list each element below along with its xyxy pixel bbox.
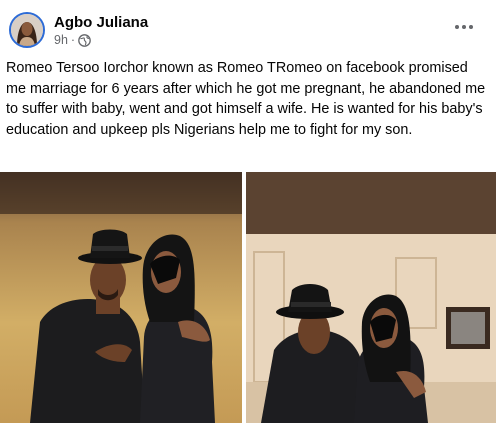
author-avatar[interactable] <box>9 12 45 48</box>
couple-photo-1[interactable] <box>0 172 242 423</box>
post-header: Agbo Juliana 9h · <box>0 0 496 60</box>
couple-photo-2[interactable] <box>246 172 496 423</box>
photo-grid <box>0 172 496 423</box>
author-name[interactable]: Agbo Juliana <box>54 14 148 31</box>
post-timestamp[interactable]: 9h <box>54 33 68 47</box>
globe-icon <box>78 33 91 47</box>
post-meta: 9h · <box>54 33 91 47</box>
post-text: Romeo Tersoo Iorchor known as Romeo TRom… <box>6 60 486 138</box>
more-options-button[interactable] <box>450 17 478 37</box>
meta-separator: · <box>70 33 76 47</box>
more-dots-icon <box>455 25 459 29</box>
facebook-post: Agbo Juliana 9h · Romeo Tersoo Iorchor k… <box>0 0 496 423</box>
